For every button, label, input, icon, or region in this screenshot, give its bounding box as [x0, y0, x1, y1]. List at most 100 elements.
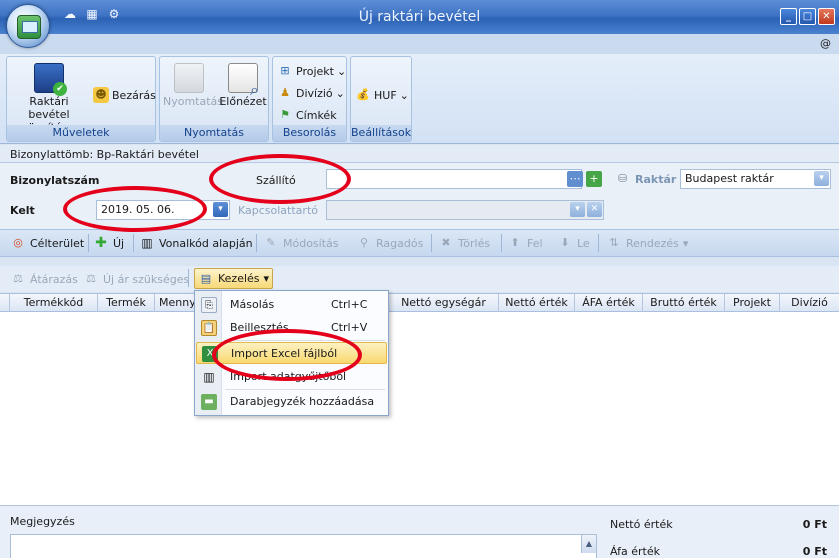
supplier-add-button[interactable]: +	[586, 171, 602, 187]
edit-icon: ✎	[266, 236, 276, 249]
clear-icon[interactable]: ✕	[587, 202, 602, 217]
delete-button[interactable]: ✖ Törlés	[438, 233, 490, 253]
chevron-down-icon: ⌄	[399, 88, 409, 102]
sort-dropdown[interactable]: ⇅ Rendezés ▾	[606, 233, 688, 253]
save-receipt-button[interactable]: Raktári bevétel rögzítése	[11, 63, 87, 134]
manage-dropdown-button[interactable]: ▤ Kezelés ▾	[194, 268, 274, 289]
chevron-down-icon[interactable]: ▾	[814, 171, 829, 186]
menu-item-import-collector[interactable]: ▥ Import adatgyűjtőből	[196, 366, 387, 388]
reprice-button[interactable]: ⚖ Átárazás	[10, 269, 78, 289]
calendar-dropdown-icon[interactable]: ▾	[213, 202, 228, 217]
title-bar: ☁ ▦ ⚙ Új raktári bevétel _ □ ✕	[0, 0, 839, 34]
date-label: Kelt	[10, 204, 35, 217]
app-logo-icon	[17, 15, 41, 39]
vat-total-value: 0 Ft	[802, 545, 827, 558]
column-header[interactable]: Divízió	[780, 294, 839, 312]
column-header[interactable]: Nettó egységár	[389, 294, 499, 312]
printer-icon	[174, 63, 204, 93]
money-bag-icon: ⚖	[13, 272, 23, 285]
delete-icon: ✖	[441, 236, 451, 249]
doc-number-label: Bizonylatszám	[10, 174, 100, 187]
supplier-input[interactable]	[326, 169, 582, 189]
items-grid-header: Termékkód Termék Mennyi Nettó egységár N…	[0, 293, 839, 312]
excel-icon: X	[202, 346, 218, 362]
manage-menu: ⎘ Másolás Ctrl+C 📋 Beillesztés Ctrl+V X …	[194, 290, 389, 416]
move-down-button[interactable]: ⬇ Le	[557, 233, 589, 253]
menu-item-import-excel[interactable]: X Import Excel fájlból	[196, 342, 387, 364]
warehouse-label: Raktár	[635, 173, 677, 186]
menu-item-copy[interactable]: ⎘ Másolás Ctrl+C	[196, 294, 387, 316]
tag-icon: ⚑	[280, 108, 290, 121]
project-dropdown[interactable]: ⊞ Projekt ⌄	[277, 62, 346, 80]
column-header[interactable]: Projekt	[725, 294, 780, 312]
contact-select[interactable]: ▾ ✕	[326, 200, 604, 220]
minimize-button[interactable]: _	[780, 8, 797, 25]
database-icon: ⛁	[618, 172, 628, 185]
column-header[interactable]: Termékkód	[10, 294, 98, 312]
items-grid-body[interactable]	[0, 312, 839, 505]
chevron-down-icon: ⌄	[335, 86, 345, 100]
new-price-button[interactable]: ⚖ Új ár szükséges	[83, 269, 189, 289]
arrow-down-icon: ⬇	[560, 236, 570, 249]
menu-item-paste[interactable]: 📋 Beillesztés Ctrl+V	[196, 317, 387, 339]
barcode-button[interactable]: ▥ Vonalkód alapján	[139, 233, 252, 253]
division-dropdown[interactable]: ♟ Divízió ⌄	[277, 84, 345, 102]
close-door-icon: ☻	[93, 87, 109, 103]
contact-label: Kapcsolattartó	[238, 204, 318, 217]
column-header[interactable]: Bruttó érték	[643, 294, 725, 312]
scroll-up-icon[interactable]: ▲	[581, 535, 596, 553]
column-header[interactable]: Termék	[98, 294, 155, 312]
list-icon: ▤	[200, 271, 212, 285]
vat-total-label: Áfa érték	[610, 545, 660, 558]
chevron-down-icon: ⌄	[336, 64, 347, 78]
money-bag-icon: ⚖	[86, 272, 96, 285]
chevron-down-icon: ▾	[682, 236, 689, 250]
net-total-label: Nettó érték	[610, 518, 673, 531]
preview-button[interactable]: Előnézet	[218, 63, 268, 108]
division-icon: ♟	[280, 86, 290, 99]
sticky-button[interactable]: ⚲ Ragadós	[356, 233, 423, 253]
column-header[interactable]: ÁFA érték	[575, 294, 643, 312]
move-up-button[interactable]: ⬆ Fel	[507, 233, 542, 253]
window-controls: _ □ ✕	[780, 8, 835, 25]
preview-icon	[228, 63, 259, 96]
target-area-button[interactable]: ◎ Célterület	[10, 233, 84, 253]
column-header[interactable]: Nettó érték	[499, 294, 575, 312]
net-total-value: 0 Ft	[802, 518, 827, 531]
ribbon-group-muveletek: Raktári bevétel rögzítése ☻ Bezárás Műve…	[6, 56, 156, 142]
date-input[interactable]: 2019. 05. 06. ▾	[96, 200, 230, 220]
pricing-toolbar: ⚖ Átárazás ⚖ Új ár szükséges ▤ Kezelés ▾	[0, 266, 839, 292]
maximize-button[interactable]: □	[799, 8, 816, 25]
help-at-icon[interactable]: @	[820, 37, 831, 50]
ribbon-group-nyomtatas: Nyomtatás Előnézet Nyomtatás	[159, 56, 269, 142]
close-window-button[interactable]: ✕	[818, 8, 835, 25]
ribbon: Raktári bevétel rögzítése ☻ Bezárás Műve…	[0, 54, 839, 144]
currency-dropdown[interactable]: 💰 HUF ⌄	[355, 86, 409, 104]
supplier-label: Szállító	[256, 174, 296, 187]
new-item-button[interactable]: ✚ Új	[93, 233, 124, 253]
sort-icon: ⇅	[609, 236, 619, 249]
copy-icon: ⎘	[201, 297, 217, 313]
document-block-label: Bizonylattömb: Bp-Raktári bevétel	[0, 145, 839, 163]
notes-textarea[interactable]: ▲	[10, 534, 597, 558]
column-header[interactable]: Mennyi	[155, 294, 195, 312]
application-menu-button[interactable]	[6, 4, 50, 48]
print-button[interactable]: Nyomtatás	[163, 63, 223, 108]
arrow-up-icon: ⬆	[510, 236, 520, 249]
close-button[interactable]: ☻ Bezárás	[93, 86, 156, 104]
ribbon-group-besorolas: ⊞ Projekt ⌄ ♟ Divízió ⌄ ⚑ Címkék Besorolás	[272, 56, 347, 142]
target-icon: ◎	[13, 236, 23, 249]
menu-item-add-bom[interactable]: ▬ Darabjegyzék hozzáadása	[196, 391, 387, 413]
chevron-down-icon[interactable]: ▾	[570, 202, 585, 217]
plus-icon: ✚	[95, 235, 107, 251]
supplier-browse-button[interactable]: ⋯	[567, 171, 583, 187]
warehouse-select[interactable]: Budapest raktár ▾	[680, 169, 831, 189]
paste-icon: 📋	[201, 320, 217, 336]
labels-button[interactable]: ⚑ Címkék	[277, 106, 337, 124]
ribbon-group-beallitasok: 💰 HUF ⌄ Beállítások	[350, 56, 412, 142]
modify-button[interactable]: ✎ Módosítás	[263, 233, 338, 253]
ribbon-tab-strip	[0, 34, 839, 54]
barcode-icon: ▥	[141, 236, 153, 250]
bill-of-materials-icon: ▬	[201, 394, 217, 410]
project-icon: ⊞	[280, 64, 290, 77]
